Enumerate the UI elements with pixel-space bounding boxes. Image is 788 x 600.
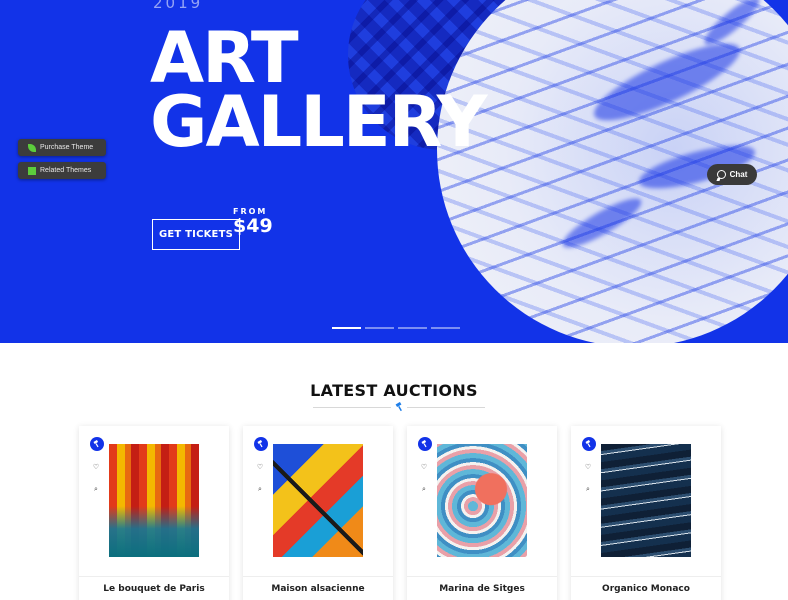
heart-icon[interactable]: ♡ bbox=[579, 458, 597, 476]
artwork-title[interactable]: Marina de Sitges bbox=[407, 584, 557, 594]
auction-card[interactable]: ♡ ⌕ Le bouquet de Paris bbox=[79, 426, 229, 600]
artwork-title[interactable]: Maison alsacienne bbox=[243, 584, 393, 594]
card-divider bbox=[79, 576, 229, 577]
related-themes-button[interactable]: Related Themes bbox=[18, 162, 106, 179]
hero-banner: 2019 ART GALLERY GET TICKETS FROM $49 bbox=[0, 0, 788, 343]
auction-card[interactable]: ♡ ⌕ Maison alsacienne bbox=[243, 426, 393, 600]
chat-label: Chat bbox=[729, 170, 748, 179]
artwork-title[interactable]: Organico Monaco bbox=[571, 584, 721, 594]
gavel-icon bbox=[418, 437, 432, 451]
gavel-icon bbox=[90, 437, 104, 451]
slider-dot-2[interactable] bbox=[365, 327, 394, 329]
chat-bubble-icon bbox=[716, 170, 726, 179]
slider-dot-3[interactable] bbox=[398, 327, 427, 329]
chat-button[interactable]: Chat bbox=[707, 164, 757, 185]
title-divider-left bbox=[313, 407, 391, 408]
hero-title: ART GALLERY bbox=[150, 23, 487, 163]
related-themes-label: Related Themes bbox=[40, 167, 92, 174]
heart-icon[interactable]: ♡ bbox=[87, 458, 105, 476]
zoom-icon[interactable]: ⌕ bbox=[87, 481, 105, 499]
artwork-image[interactable] bbox=[601, 444, 691, 557]
gavel-icon bbox=[395, 402, 402, 412]
hero-title-line2: GALLERY bbox=[150, 81, 487, 163]
title-divider-right bbox=[407, 407, 485, 408]
purchase-theme-label: Purchase Theme bbox=[40, 144, 94, 151]
gavel-icon bbox=[582, 437, 596, 451]
slider-dot-1[interactable] bbox=[332, 327, 361, 329]
grid-icon bbox=[28, 166, 36, 175]
card-divider bbox=[407, 576, 557, 577]
gavel-icon bbox=[254, 437, 268, 451]
artwork-image[interactable] bbox=[109, 444, 199, 557]
heart-icon[interactable]: ♡ bbox=[251, 458, 269, 476]
zoom-icon[interactable]: ⌕ bbox=[579, 481, 597, 499]
purchase-theme-button[interactable]: Purchase Theme bbox=[18, 139, 106, 156]
zoom-icon[interactable]: ⌕ bbox=[251, 481, 269, 499]
ticket-price: $49 bbox=[233, 215, 273, 237]
slider-pagination bbox=[332, 327, 460, 329]
artwork-title[interactable]: Le bouquet de Paris bbox=[79, 584, 229, 594]
leaf-icon bbox=[28, 143, 36, 152]
zoom-icon[interactable]: ⌕ bbox=[415, 481, 433, 499]
card-divider bbox=[571, 576, 721, 577]
auction-card[interactable]: ♡ ⌕ Marina de Sitges bbox=[407, 426, 557, 600]
artwork-image[interactable] bbox=[437, 444, 527, 557]
heart-icon[interactable]: ♡ bbox=[415, 458, 433, 476]
section-title: LATEST AUCTIONS bbox=[310, 381, 478, 400]
hero-year: 2019 bbox=[153, 0, 204, 12]
artwork-image[interactable] bbox=[273, 444, 363, 557]
card-divider bbox=[243, 576, 393, 577]
auction-card[interactable]: ♡ ⌕ Organico Monaco bbox=[571, 426, 721, 600]
get-tickets-button[interactable]: GET TICKETS bbox=[152, 219, 240, 250]
slider-dot-4[interactable] bbox=[431, 327, 460, 329]
